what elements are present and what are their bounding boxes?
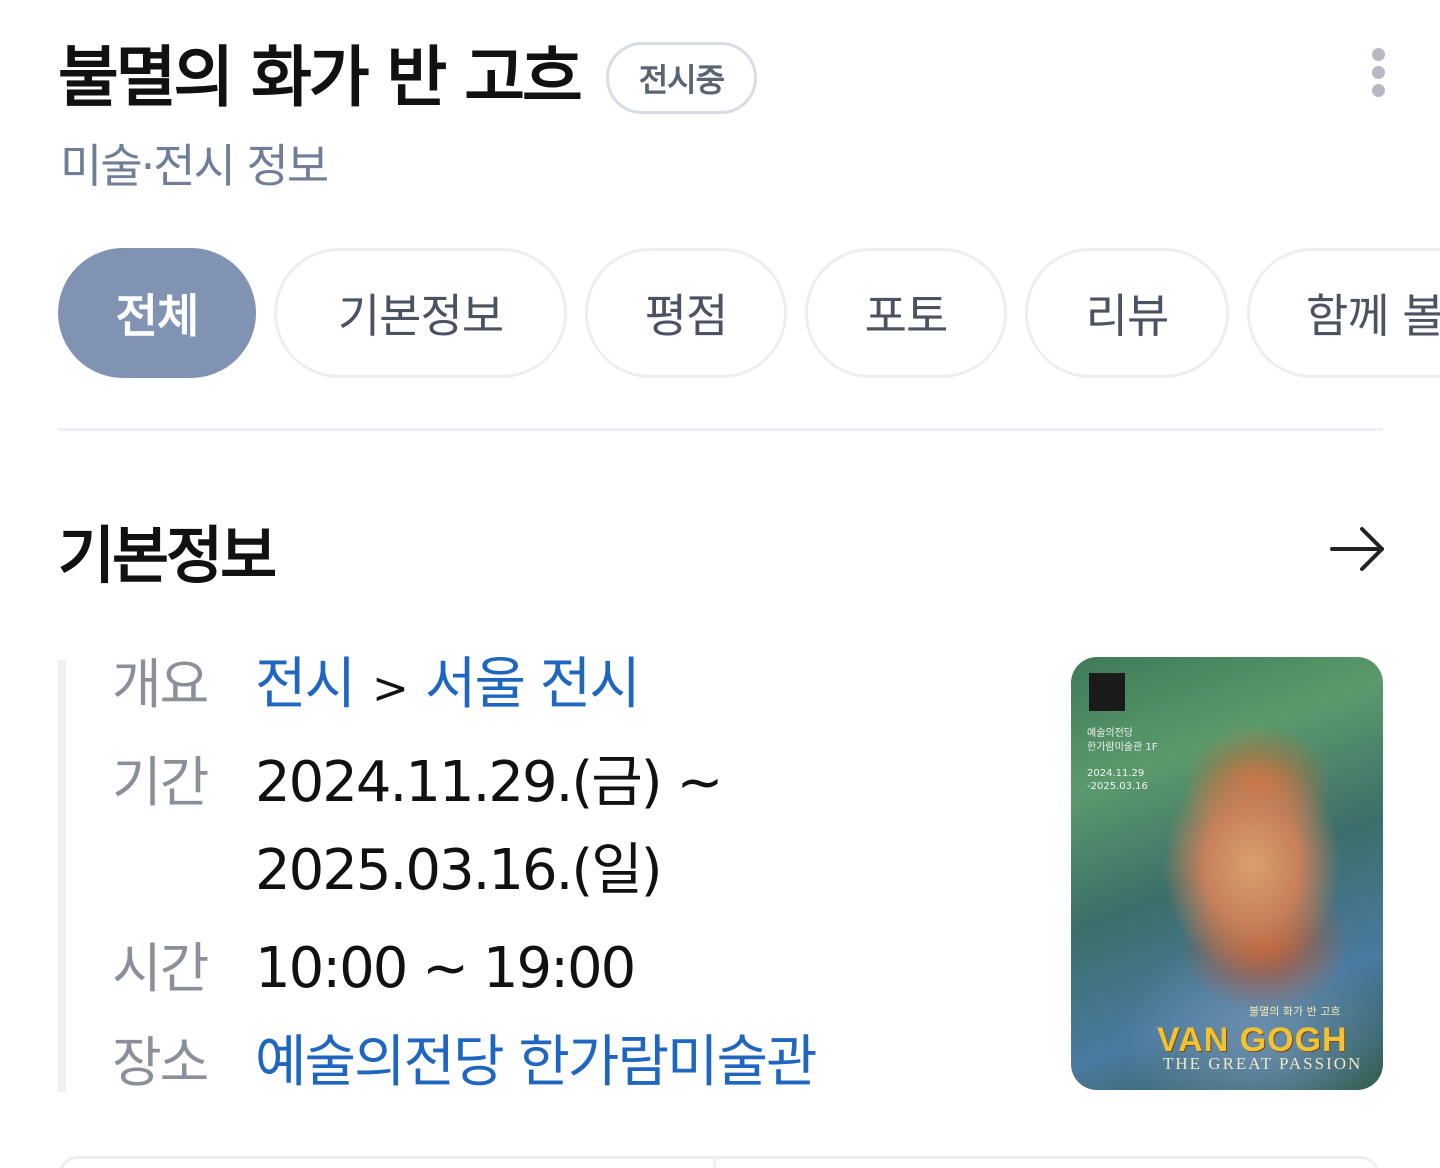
- tab-basic-info[interactable]: 기본정보: [274, 248, 567, 378]
- more-dot: [1372, 48, 1385, 61]
- poster-korean-title: 불멸의 화가 반 고흐: [1249, 1005, 1341, 1018]
- info-row-period-end: 2025.03.16.(일): [112, 826, 663, 916]
- tab-all[interactable]: 전체: [58, 248, 256, 378]
- poster-venue-1: 예술의전당: [1087, 728, 1133, 739]
- breadcrumb-separator: >: [372, 663, 409, 714]
- info-row-period: 기간 2024.11.29.(금) ~: [112, 738, 723, 828]
- time-label: 시간: [112, 937, 209, 1000]
- tab-watch-together[interactable]: 함께 볼: [1247, 248, 1440, 378]
- poster-date-1: 2024.11.29: [1087, 768, 1145, 779]
- period-end: 2025.03.16.(일): [255, 838, 663, 903]
- category-subtitle: 미술·전시 정보: [60, 139, 329, 193]
- place-link[interactable]: 예술의전당 한가람미술관: [255, 1018, 818, 1108]
- tab-bar: 전체 기본정보 평점 포토 리뷰 함께 볼: [58, 248, 1440, 378]
- subcategory-link[interactable]: 서울 전시: [425, 652, 641, 717]
- poster-subtitle: THE GREAT PASSION: [1163, 1054, 1363, 1073]
- tab-rating[interactable]: 평점: [585, 248, 787, 378]
- divider: [58, 428, 1383, 431]
- time-value: 10:00 ~ 19:00: [255, 936, 636, 1001]
- info-row-overview: 개요 전시 > 서울 전시: [112, 640, 641, 734]
- page-title: 불멸의 화가 반 고흐: [58, 39, 583, 116]
- overview-label: 개요: [112, 653, 209, 716]
- overview-value: 전시 > 서울 전시: [255, 640, 641, 734]
- info-row-place: 장소 예술의전당 한가람미술관: [112, 1018, 818, 1108]
- category-link[interactable]: 전시: [255, 652, 356, 717]
- bottom-card: [58, 1156, 1380, 1168]
- info-row-time: 시간 10:00 ~ 19:00: [112, 924, 636, 1014]
- poster-logo: [1089, 673, 1125, 711]
- period-start: 2024.11.29.(금) ~: [255, 750, 723, 815]
- arrow-right-icon[interactable]: [1326, 522, 1388, 576]
- status-badge: 전시중: [605, 42, 758, 114]
- more-dot: [1372, 84, 1385, 97]
- tab-photo[interactable]: 포토: [805, 248, 1007, 378]
- poster-date-2: -2025.03.16: [1087, 781, 1148, 792]
- tab-review[interactable]: 리뷰: [1025, 248, 1229, 378]
- place-label: 장소: [112, 1031, 209, 1094]
- more-dot: [1372, 66, 1385, 79]
- title-row: 불멸의 화가 반 고흐 전시중: [58, 38, 758, 118]
- period-label: 기간: [112, 751, 209, 814]
- bottom-card-split: [713, 1158, 716, 1168]
- more-vertical-icon[interactable]: [1362, 44, 1394, 100]
- exhibition-poster[interactable]: 예술의전당 한가람미술관 1F 2024.11.29 -2025.03.16 불…: [1071, 657, 1383, 1090]
- poster-venue-2: 한가람미술관 1F: [1087, 742, 1158, 753]
- section-title: 기본정보: [58, 519, 277, 592]
- exhibition-page: 불멸의 화가 반 고흐 전시중 미술·전시 정보 전체 기본정보 평점 포토 리…: [0, 0, 1440, 1168]
- info-accent-bar: [58, 660, 66, 1092]
